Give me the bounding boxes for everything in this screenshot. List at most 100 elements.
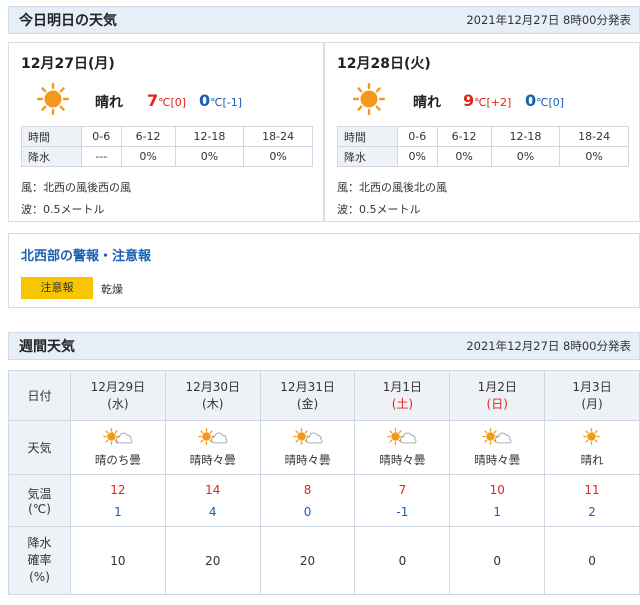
weekly-weather-cell: 晴時々曇 xyxy=(449,420,546,475)
weekly-dow: (木) xyxy=(202,396,224,411)
weekly-dow: (月) xyxy=(581,396,603,411)
temp-unit: ℃ xyxy=(536,96,549,109)
rain-time-label: 時間 xyxy=(337,126,398,147)
day-weather: 晴れ xyxy=(95,95,123,111)
weekly-temp-cell: 14 4 xyxy=(164,474,261,527)
weekly-day-header: 1月3日 (月) xyxy=(544,370,640,421)
rain-time: 18-24 xyxy=(559,126,629,147)
weekly-weather-cell: 晴のち曇 xyxy=(70,420,166,475)
rain-value: 0% xyxy=(490,146,561,167)
rain-value: 0% xyxy=(397,146,438,167)
weekly-weather-cell: 晴時々曇 xyxy=(259,420,356,475)
date-row-label: 日付 xyxy=(8,370,71,421)
wave-text: 波：0.5メートル xyxy=(21,203,105,216)
day-weather: 晴れ xyxy=(413,95,441,111)
sun-cloud-icon xyxy=(291,427,325,447)
high-temp-diff: [+2] xyxy=(486,96,512,109)
rain-time-label: 時間 xyxy=(21,126,82,147)
weekly-day-header: 1月1日 (土) xyxy=(354,370,451,421)
sun-icon xyxy=(37,83,69,115)
rain-value: 0% xyxy=(559,146,629,167)
weekly-weather-row: 天気 晴のち曇 晴時々曇 晴時々曇 晴時々曇 晴時々曇 晴れ xyxy=(8,420,640,475)
temp-row-label: 気温 (℃) xyxy=(8,474,71,527)
rain-time: 6-12 xyxy=(436,126,492,147)
weekly-low: 4 xyxy=(208,504,217,519)
warning-title-link[interactable]: 北西部の警報・注意報 xyxy=(21,245,151,264)
weekly-weather-cell: 晴れ xyxy=(544,420,640,475)
weekly-high: 7 xyxy=(398,482,407,497)
low-temp-diff: [0] xyxy=(548,96,565,109)
weekly-date: 1月2日 xyxy=(477,379,517,394)
weekly-weather-label: 晴れ xyxy=(580,453,604,467)
high-temp: 7 ℃ [0] xyxy=(147,91,186,110)
weekly-weather-label: 晴時々曇 xyxy=(379,453,426,467)
rain-time: 12-18 xyxy=(174,126,245,147)
high-temp: 9 ℃ [+2] xyxy=(463,91,511,110)
today-section-header: 今日明日の天気 2021年12月27日 8時00分発表 xyxy=(8,6,640,34)
weekly-table: 日付 12月29日 (水) 12月30日 (木) 12月31日 (金) 1月1日 (土)… xyxy=(8,370,640,595)
weekly-dow: (金) xyxy=(296,396,319,411)
rain-label-line: 確率 xyxy=(27,553,52,567)
warning-box: 北西部の警報・注意報 注意報 乾燥 xyxy=(8,233,640,308)
weekly-low: 1 xyxy=(114,504,122,519)
low-temp-diff: [-1] xyxy=(222,96,243,109)
low-temp-value: 0 xyxy=(525,91,537,110)
today-section-updated: 2021年12月27日 8時00分発表 xyxy=(466,13,631,27)
rain-label-line: (%) xyxy=(29,570,50,584)
temp-label-line: 気温 xyxy=(27,487,52,501)
rain-time: 6-12 xyxy=(120,126,176,147)
sun-cloud-icon xyxy=(196,427,230,447)
weekly-weather-cell: 晴時々曇 xyxy=(164,420,261,475)
sun-icon xyxy=(353,83,385,115)
advisory-text: 乾燥 xyxy=(101,283,123,296)
temp-unit: ℃ xyxy=(158,96,171,109)
rain-label-line: 降水 xyxy=(27,536,52,550)
weekly-rain-prob: 10 xyxy=(70,526,166,595)
weekly-temp-cell: 7 -1 xyxy=(354,474,451,527)
rain-table: 時間 0-6 6-12 12-18 18-24 降水 0% 0% 0% 0% xyxy=(337,126,629,167)
wind-text: 風：北西の風後西の風 xyxy=(21,181,131,194)
weekly-weather-label: 晴時々曇 xyxy=(189,453,236,467)
weekly-weather-label: 晴時々曇 xyxy=(284,453,331,467)
weekly-day-header: 12月31日 (金) xyxy=(259,370,356,421)
weekly-date: 1月3日 xyxy=(572,379,612,394)
rain-table: 時間 0-6 6-12 12-18 18-24 降水 --- 0% 0% 0% xyxy=(21,126,313,167)
weekly-date: 12月30日 xyxy=(185,379,241,394)
rain-value: 0% xyxy=(120,146,176,167)
weekly-section-header: 週間天気 2021年12月27日 8時00分発表 xyxy=(8,332,640,360)
advisory-badge: 注意報 xyxy=(21,277,93,299)
weekly-rain-row: 降水 確率 (%) 10 20 20 0 0 0 xyxy=(8,526,640,595)
weekly-date-row: 日付 12月29日 (水) 12月30日 (木) 12月31日 (金) 1月1日 (土)… xyxy=(8,370,640,421)
weekly-rain-prob: 20 xyxy=(164,526,261,595)
weekly-high: 12 xyxy=(110,482,126,497)
day-card-tomorrow: 12月28日(火) 晴れ 9 ℃ [+2] 0 ℃ [0] 時間 0-6 6-12 12… xyxy=(324,42,640,222)
weather-row-label: 天気 xyxy=(8,420,71,475)
rain-time: 18-24 xyxy=(243,126,313,147)
sun-then-cloud-icon xyxy=(101,427,135,447)
weekly-low: 2 xyxy=(588,504,596,519)
day-date: 12月27日(月) xyxy=(21,56,115,72)
weekly-section-title: 週間天気 xyxy=(19,339,75,355)
rain-value-label: 降水 xyxy=(21,146,82,167)
weekly-high: 11 xyxy=(584,482,600,497)
rain-row-label: 降水確率 (%) xyxy=(8,526,71,595)
weekly-temp-cell: 11 2 xyxy=(544,474,640,527)
weekly-high: 8 xyxy=(303,482,312,497)
weekly-high: 10 xyxy=(489,482,505,497)
weekly-rain-prob: 0 xyxy=(544,526,640,595)
rain-value: --- xyxy=(81,146,122,167)
weekly-rain-prob: 20 xyxy=(259,526,356,595)
weekly-date: 1月1日 xyxy=(382,379,423,394)
weekly-weather-label: 晴時々曇 xyxy=(474,453,521,467)
rain-value: 0% xyxy=(243,146,313,167)
weekly-weather-cell: 晴時々曇 xyxy=(354,420,451,475)
high-temp-value: 9 xyxy=(463,91,475,110)
weekly-temp-cell: 12 1 xyxy=(70,474,166,527)
weekly-dow: (日) xyxy=(486,396,508,411)
temp-unit: ℃ xyxy=(210,96,223,109)
weekly-weather-label: 晴のち曇 xyxy=(94,453,141,467)
weekly-low: 0 xyxy=(303,504,312,519)
weekly-day-header: 12月30日 (木) xyxy=(164,370,261,421)
sun-cloud-icon xyxy=(480,427,514,447)
weekly-temp-cell: 10 1 xyxy=(449,474,546,527)
